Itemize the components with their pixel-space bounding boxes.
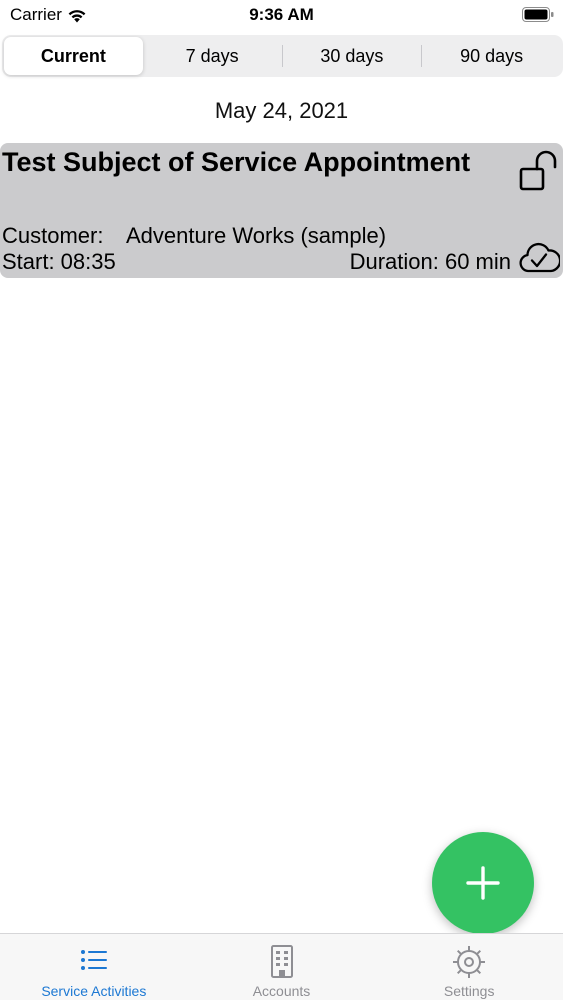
tab-label: Accounts: [252, 983, 311, 999]
segment-7-days[interactable]: 7 days: [143, 37, 282, 75]
tab-service-activities[interactable]: Service Activities: [0, 934, 188, 1000]
customer-row: Customer: Adventure Works (sample): [2, 223, 386, 249]
status-bar: Carrier 9:36 AM: [0, 0, 563, 30]
customer-value: Adventure Works (sample): [126, 223, 387, 248]
date-section-header: May 24, 2021: [214, 98, 349, 123]
appointment-title: Test Subject of Service Appointment: [2, 147, 471, 177]
duration: Duration: 60 min: [349, 249, 511, 274]
segment-30-days[interactable]: 30 days: [283, 37, 422, 75]
tab-label: Settings: [443, 983, 495, 999]
cloud-check-icon: [519, 242, 560, 273]
segment-90-days[interactable]: 90 days: [422, 37, 561, 75]
date-range-segmented-control: Current 7 days 30 days 90 days: [2, 35, 563, 77]
building-icon: [270, 945, 293, 978]
plus-icon: [466, 866, 500, 900]
tab-accounts[interactable]: Accounts: [188, 934, 376, 1000]
add-activity-button[interactable]: [432, 832, 534, 934]
unlock-icon: [519, 150, 557, 191]
segment-current[interactable]: Current: [4, 37, 143, 75]
battery-icon: [522, 7, 554, 22]
status-time: 9:36 AM: [249, 5, 314, 24]
start-time: Start: 08:35: [2, 249, 116, 274]
screen: Carrier 9:36 AM Current 7 days 30 days 9…: [0, 0, 563, 1000]
appointment-card[interactable]: Test Subject of Service Appointment Cust…: [0, 143, 563, 278]
tab-settings[interactable]: Settings: [375, 934, 563, 1000]
tab-bar: Service Activities Accounts Settings: [0, 933, 563, 1000]
gear-icon: [453, 946, 486, 978]
tab-label: Service Activities: [41, 983, 147, 999]
customer-label: Customer:: [2, 223, 104, 248]
list-icon: [80, 950, 107, 970]
